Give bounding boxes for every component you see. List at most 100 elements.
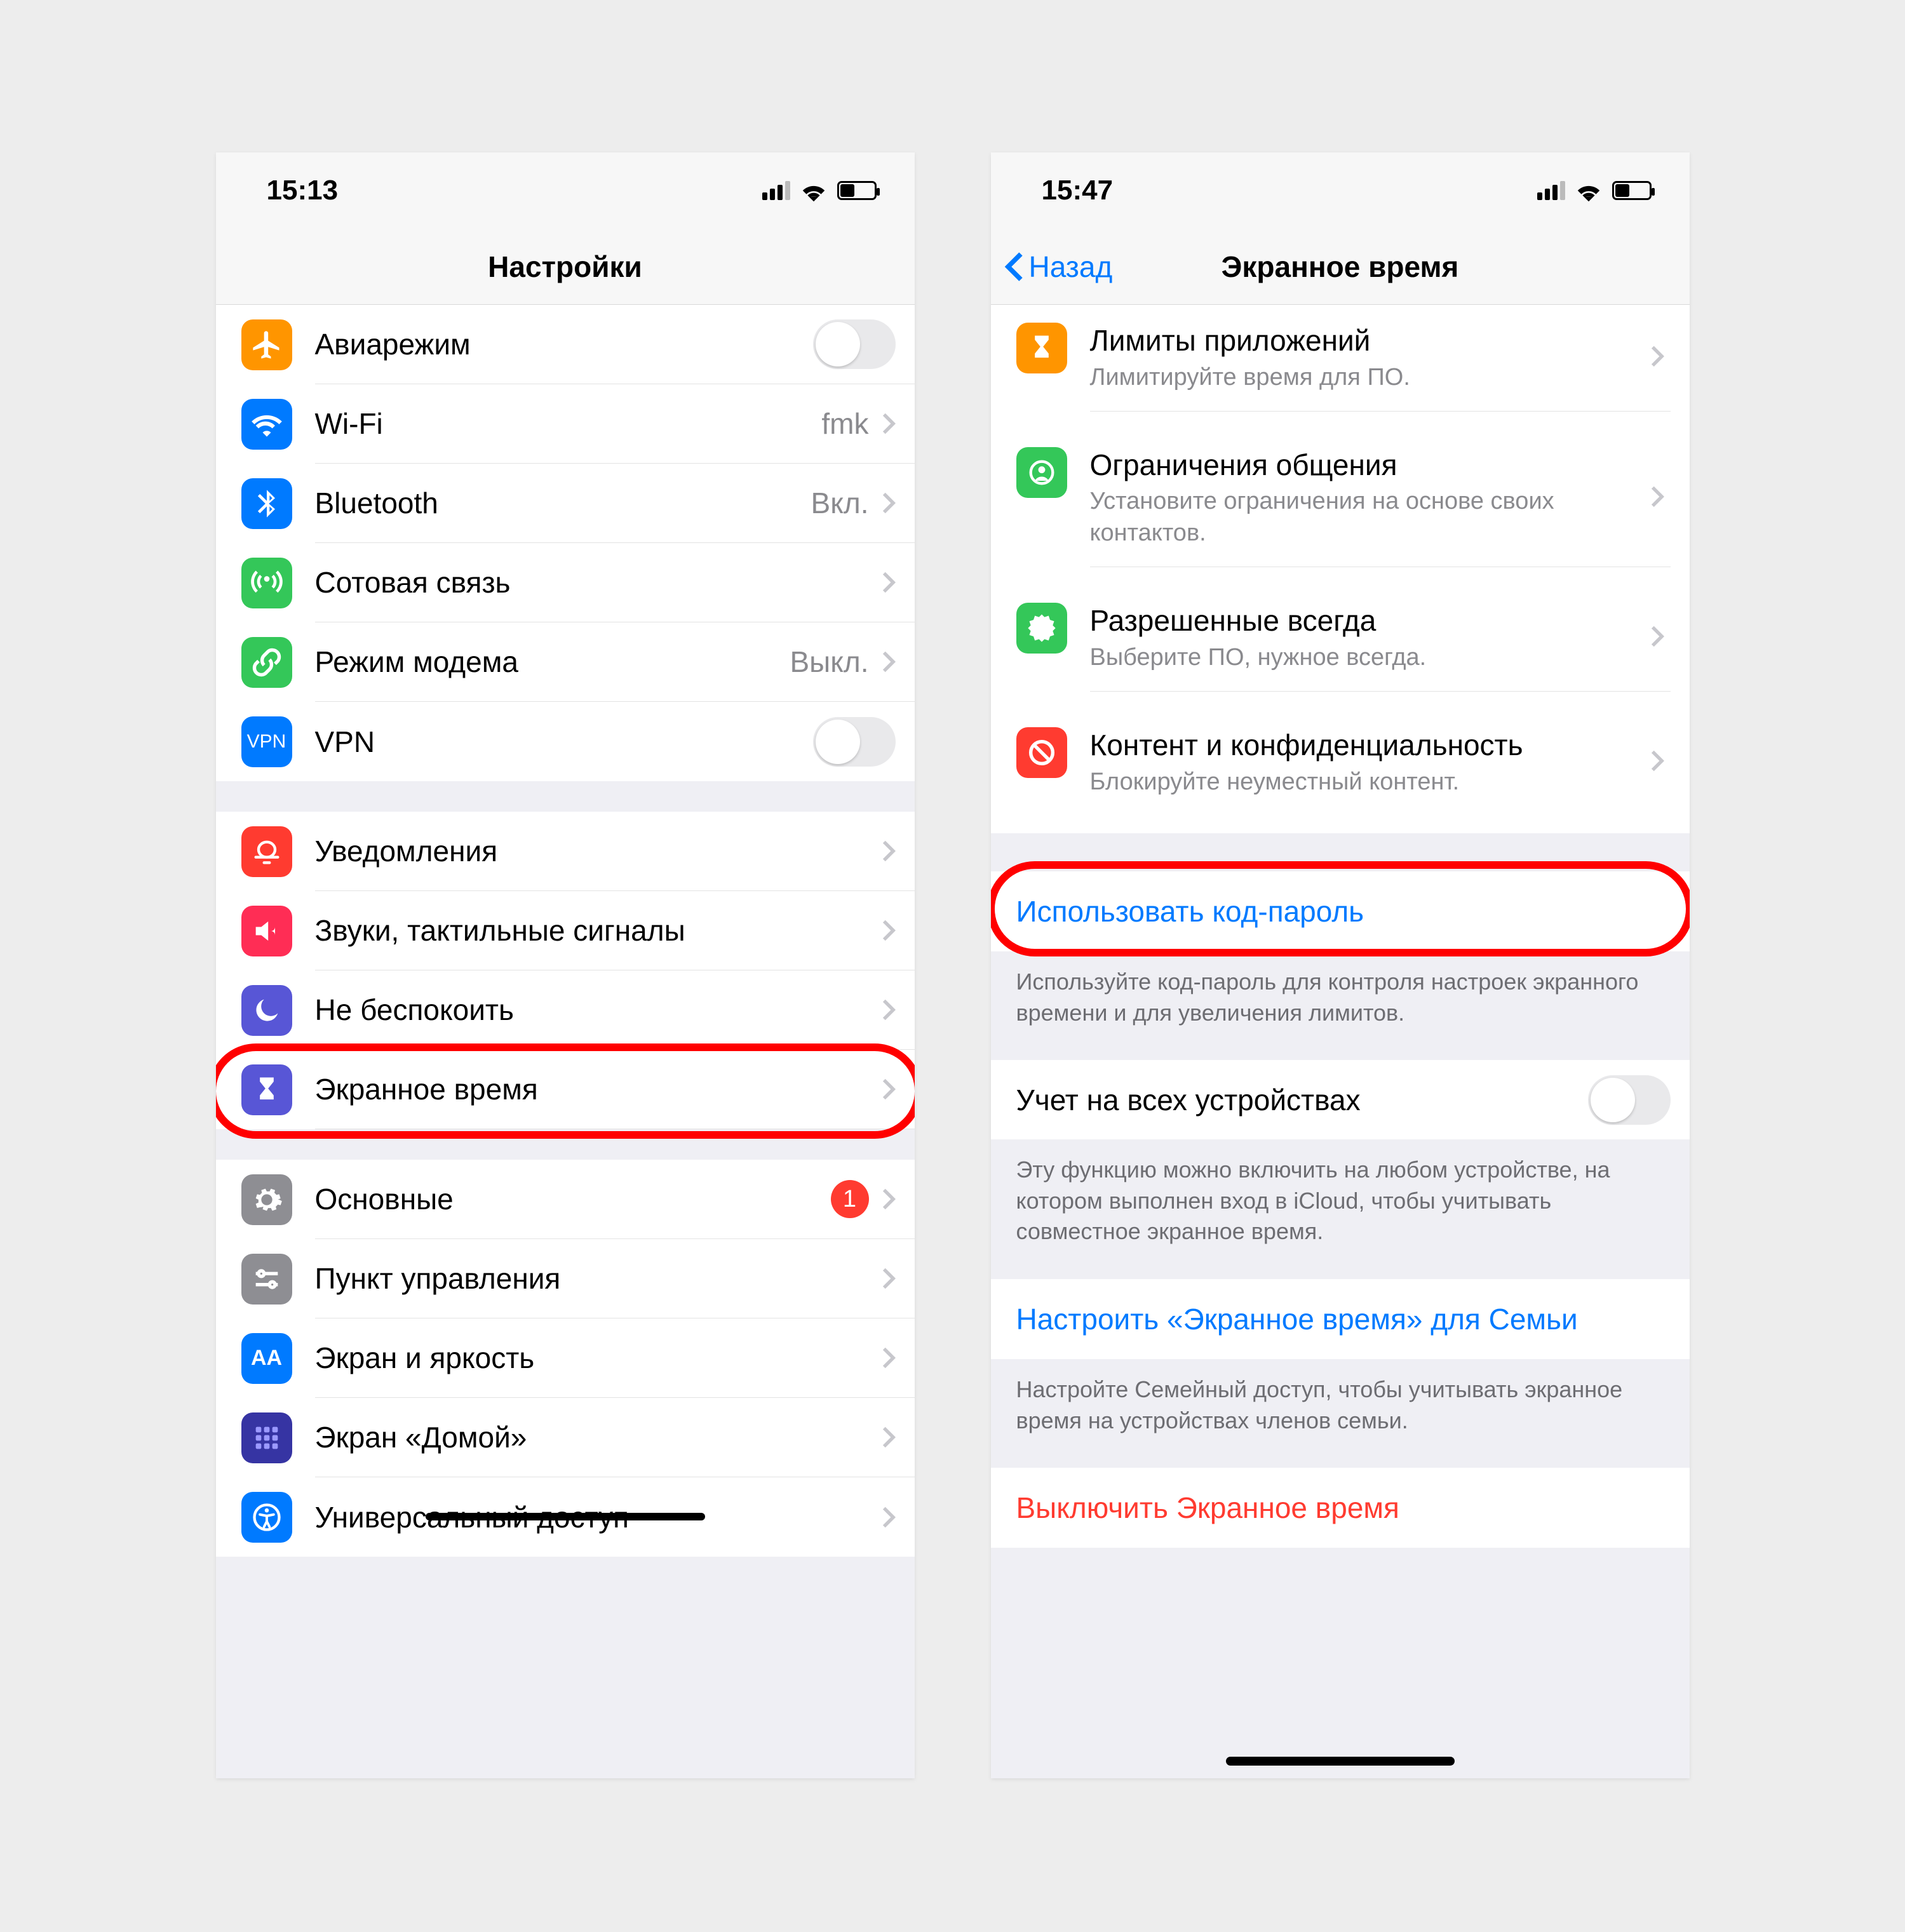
chevron-right-icon [882, 650, 896, 673]
turn-off-button[interactable]: Выключить Экранное время [991, 1468, 1690, 1548]
row-label: Экран и яркость [315, 1341, 535, 1375]
use-passcode-button[interactable]: Использовать код-пароль [991, 871, 1690, 951]
chevron-right-icon [1650, 485, 1664, 511]
row-vpn[interactable]: VPN VPN [216, 702, 915, 781]
back-label: Назад [1029, 250, 1113, 284]
row-subtitle: Выберите ПО, нужное всегда. [1090, 642, 1427, 673]
family-footer: Настройте Семейный доступ, чтобы учитыва… [991, 1359, 1690, 1442]
status-time: 15:13 [267, 175, 339, 206]
row-control-center[interactable]: Пункт управления [216, 1239, 915, 1318]
row-label: Режим модема [315, 645, 518, 679]
row-accessibility[interactable]: Универсальный доступ [216, 1477, 915, 1557]
row-communication-limits[interactable]: Ограничения общенияУстановите ограничени… [991, 429, 1690, 585]
chevron-right-icon [882, 1426, 896, 1449]
chevron-right-icon [882, 571, 896, 594]
status-indicators [1537, 179, 1652, 202]
row-label: Сотовая связь [315, 565, 511, 600]
chevron-right-icon [882, 1267, 896, 1290]
row-share-devices[interactable]: Учет на всех устройствах [991, 1060, 1690, 1139]
row-wifi[interactable]: Wi-Fi fmk [216, 384, 915, 464]
status-time: 15:47 [1042, 175, 1114, 206]
status-bar: 15:47 [991, 152, 1690, 229]
chevron-right-icon [882, 412, 896, 435]
row-dnd[interactable]: Не беспокоить [216, 970, 915, 1050]
row-label: Основные [315, 1182, 454, 1216]
airplane-toggle[interactable] [813, 319, 896, 369]
share-toggle[interactable] [1588, 1075, 1671, 1125]
chevron-right-icon [882, 840, 896, 862]
antenna-icon [241, 558, 292, 608]
signal-icon [1537, 181, 1565, 200]
textsize-icon: AA [241, 1333, 292, 1384]
row-display[interactable]: AA Экран и яркость [216, 1318, 915, 1398]
battery-icon [1612, 181, 1652, 200]
screentime-options-group: Лимиты приложенийЛимитируйте время для П… [991, 305, 1690, 833]
row-app-limits[interactable]: Лимиты приложенийЛимитируйте время для П… [991, 305, 1690, 429]
accessibility-icon [241, 1492, 292, 1543]
moon-icon [241, 985, 292, 1036]
row-label: Уведомления [315, 834, 498, 868]
row-airplane[interactable]: Авиарежим [216, 305, 915, 384]
row-sounds[interactable]: Звуки, тактильные сигналы [216, 891, 915, 970]
wifi-icon [1574, 179, 1603, 202]
link-icon [241, 637, 292, 688]
bell-icon [241, 826, 292, 877]
checkmark-seal-icon [1016, 603, 1067, 654]
speaker-icon [241, 906, 292, 956]
row-homescreen[interactable]: Экран «Домой» [216, 1398, 915, 1477]
row-detail: Вкл. [811, 486, 869, 520]
chevron-right-icon [882, 1506, 896, 1529]
setup-family-button[interactable]: Настроить «Экранное время» для Семьи [991, 1279, 1690, 1359]
row-title: Разрешенные всегда [1090, 603, 1427, 640]
row-screentime[interactable]: Экранное время [216, 1050, 915, 1129]
vpn-toggle[interactable] [813, 717, 896, 767]
chevron-right-icon [1650, 625, 1664, 651]
screentime-screen: 15:47 Назад Экранное время Лимиты прилож… [991, 152, 1690, 1778]
settings-screen: 15:13 Настройки Авиарежим Wi-Fi fmk [216, 152, 915, 1778]
row-label: VPN [315, 725, 375, 759]
row-bluetooth[interactable]: Bluetooth Вкл. [216, 464, 915, 543]
home-indicator[interactable] [1226, 1757, 1455, 1766]
row-detail: Выкл. [790, 645, 868, 679]
settings-group-notifications: Уведомления Звуки, тактильные сигналы Не… [216, 812, 915, 1129]
row-label: Экранное время [315, 1072, 538, 1106]
status-indicators [762, 179, 877, 202]
row-general[interactable]: Основные 1 [216, 1160, 915, 1239]
row-always-allowed[interactable]: Разрешенные всегдаВыберите ПО, нужное вс… [991, 585, 1690, 709]
chevron-right-icon [882, 492, 896, 514]
page-title: Экранное время [1222, 250, 1459, 284]
battery-icon [837, 181, 877, 200]
row-subtitle: Установите ограничения на основе своих к… [1090, 486, 1650, 549]
row-label: Звуки, тактильные сигналы [315, 913, 685, 948]
chevron-right-icon [882, 919, 896, 942]
chevron-right-icon [882, 1346, 896, 1369]
row-content-privacy[interactable]: Контент и конфиденциальностьБлокируйте н… [991, 709, 1690, 833]
hourglass-icon [241, 1064, 292, 1115]
settings-group-general: Основные 1 Пункт управления AA Экран и я… [216, 1160, 915, 1557]
row-title: Лимиты приложений [1090, 323, 1410, 359]
row-hotspot[interactable]: Режим модема Выкл. [216, 622, 915, 702]
chevron-right-icon [882, 1188, 896, 1211]
status-bar: 15:13 [216, 152, 915, 229]
row-title: Контент и конфиденциальность [1090, 727, 1523, 764]
row-detail: fmk [821, 406, 868, 441]
row-notifications[interactable]: Уведомления [216, 812, 915, 891]
gear-icon [241, 1174, 292, 1225]
navbar: Настройки [216, 229, 915, 305]
row-label: Wi-Fi [315, 406, 383, 441]
row-label: Авиарежим [315, 327, 471, 361]
badge: 1 [831, 1180, 869, 1218]
bluetooth-icon [241, 478, 292, 529]
chevron-right-icon [1650, 749, 1664, 775]
row-label: Учет на всех устройствах [1016, 1083, 1361, 1117]
chevron-right-icon [882, 1078, 896, 1101]
sliders-icon [241, 1254, 292, 1305]
no-entry-icon [1016, 727, 1067, 778]
page-title: Настройки [488, 250, 642, 284]
row-cellular[interactable]: Сотовая связь [216, 543, 915, 622]
back-button[interactable]: Назад [1004, 229, 1113, 304]
row-label: Bluetooth [315, 486, 438, 520]
wifi-settings-icon [241, 399, 292, 450]
chevron-right-icon [1650, 345, 1664, 371]
row-label: Не беспокоить [315, 993, 514, 1027]
